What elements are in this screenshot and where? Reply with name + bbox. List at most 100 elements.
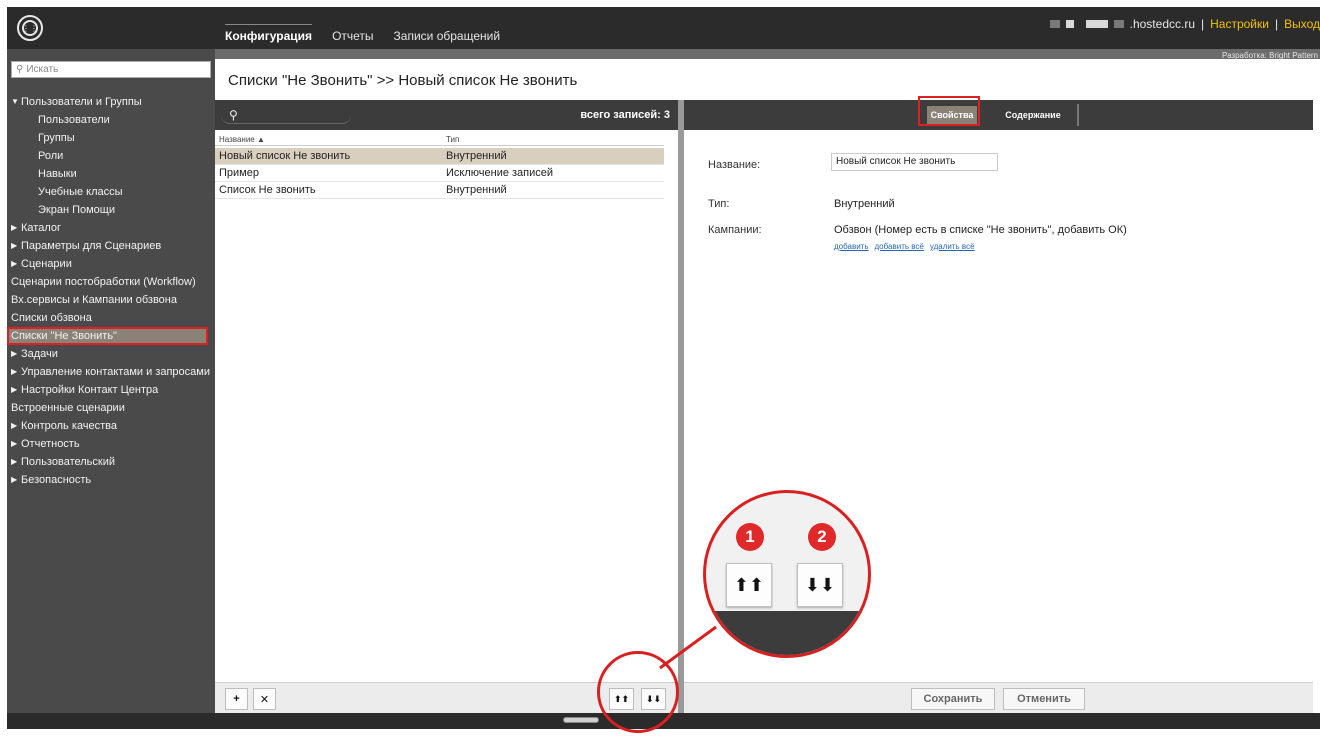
detail-footer: Сохранить Отменить (684, 682, 1313, 713)
table-body: Новый список Не звонить Внутренний Приме… (215, 148, 664, 199)
sidebar-item-label: Сценарии (21, 258, 72, 270)
add-all-campaigns-link[interactable]: добавить всё (875, 242, 924, 251)
sidebar-item-quality[interactable]: ▶ Контроль качества (7, 417, 215, 435)
table-row[interactable]: Пример Исключение записей (215, 165, 664, 182)
tab-label: Отчеты (332, 29, 374, 43)
sidebar-item-label: Экран Помощи (38, 204, 115, 216)
redacted-block (1113, 20, 1124, 28)
table-row[interactable]: Список Не звонить Внутренний (215, 182, 664, 199)
sidebar-item-users-groups[interactable]: ▼ Пользователи и Группы (7, 93, 215, 111)
sidebar-item-directory[interactable]: ▶ Каталог (7, 219, 215, 237)
badge-1: 1 (736, 523, 764, 551)
sidebar-item-groups[interactable]: Группы (7, 129, 215, 147)
sidebar-item-label: Отчетность (21, 438, 80, 450)
settings-link[interactable]: Настройки (1210, 17, 1269, 31)
page-title: Списки "Не Звонить" >> Новый список Не з… (228, 72, 578, 89)
sidebar-item-help-screen[interactable]: Экран Помощи (7, 201, 215, 219)
total-records: всего записей: 3 (580, 109, 670, 121)
tab-highlight-frame (918, 96, 980, 126)
cell-type: Исключение записей (446, 167, 554, 179)
zoom-export-button: ⬇⬇ (797, 563, 843, 607)
type-value: Внутренний (834, 198, 895, 210)
app-logo-icon[interactable]: ⋮⋮ (17, 15, 43, 41)
column-name-header[interactable]: Название ▲ (219, 135, 265, 144)
sidebar-tree: ▼ Пользователи и Группы Пользователи Груп… (7, 93, 215, 489)
add-campaign-link[interactable]: добавить (834, 242, 869, 251)
sidebar-item-workflow[interactable]: Сценарии постобработки (Workflow) (7, 273, 215, 291)
sidebar-item-calling-lists[interactable]: Списки обзвона (7, 309, 215, 327)
caret-down-icon: ▼ (11, 97, 19, 106)
table-row[interactable]: Новый список Не звонить Внутренний (215, 148, 664, 165)
cell-type: Внутренний (446, 150, 507, 162)
sidebar-item-security[interactable]: ▶ Безопасность (7, 471, 215, 489)
sidebar-item-label: Задачи (21, 348, 58, 360)
sidebar-item-label: Пользователи и Группы (21, 96, 142, 108)
redacted-block (1085, 20, 1108, 28)
sidebar-item-call-center-settings[interactable]: ▶ Настройки Контакт Центра (7, 381, 215, 399)
campaigns-value: Обзвон (Номер есть в списке "Не звонить"… (834, 224, 1127, 236)
add-button[interactable]: + (225, 688, 248, 710)
caret-right-icon: ▶ (11, 385, 18, 394)
name-field[interactable]: Новый список Не звонить (831, 153, 998, 171)
sidebar-item-scenarios[interactable]: ▶ Сценарии (7, 255, 215, 273)
sidebar-item-roles[interactable]: Роли (7, 147, 215, 165)
save-button[interactable]: Сохранить (911, 688, 995, 710)
sidebar-item-scenario-params[interactable]: ▶ Параметры для Сценариев (7, 237, 215, 255)
separator: | (1274, 17, 1279, 31)
campaign-links: добавить добавить всё удалить всё (834, 242, 975, 251)
sidebar-item-label: Списки обзвона (11, 312, 92, 324)
sidebar-item-dnc-lists[interactable]: Списки "Не Звонить" (7, 327, 208, 345)
tab-contents[interactable]: Содержание (998, 106, 1068, 124)
sidebar-item-label: Роли (38, 150, 64, 162)
cancel-button[interactable]: Отменить (1003, 688, 1085, 710)
sidebar-item-label: Пользовательский (21, 456, 115, 468)
tab-reports[interactable]: Отчеты (322, 7, 383, 49)
callout-source-circle (597, 651, 679, 733)
cell-type: Внутренний (446, 184, 507, 196)
sidebar-search-input[interactable]: ⚲ Искать (11, 61, 211, 78)
sidebar-item-builtin-scenarios[interactable]: Встроенные сценарии (7, 399, 215, 417)
sidebar-item-custom[interactable]: ▶ Пользовательский (7, 453, 215, 471)
sidebar-item-reporting[interactable]: ▶ Отчетность (7, 435, 215, 453)
list-search-input[interactable]: ⚲ (221, 106, 351, 124)
remove-all-campaigns-link[interactable]: удалить всё (930, 242, 975, 251)
table-header: Название ▲ Тип (215, 133, 664, 146)
sidebar-item-users[interactable]: Пользователи (7, 111, 215, 129)
sidebar-item-contact-management[interactable]: ▶ Управление контактами и запросами (7, 363, 215, 381)
zoom-import-button: ⬆⬆ (726, 563, 772, 607)
top-bar: ⋮⋮ Конфигурация Отчеты Записи обращений … (7, 7, 1320, 49)
tab-call-records[interactable]: Записи обращений (384, 7, 511, 49)
caret-right-icon: ▶ (11, 367, 18, 376)
tab-label: Записи обращений (393, 29, 501, 43)
search-icon: ⚲ (229, 107, 238, 122)
type-label: Тип: (708, 198, 730, 210)
keypad-icon: ⋮⋮ (22, 20, 38, 36)
caret-right-icon: ▶ (11, 223, 18, 232)
tab-configuration[interactable]: Конфигурация (215, 7, 322, 49)
sidebar-item-skills[interactable]: Навыки (7, 165, 215, 183)
caret-right-icon: ▶ (11, 475, 18, 484)
sidebar-item-label: Группы (38, 132, 75, 144)
caret-right-icon: ▶ (11, 439, 18, 448)
delete-button[interactable]: ✕ (253, 688, 276, 710)
sidebar-item-label: Вх.сервисы и Кампании обзвона (11, 294, 177, 306)
sidebar-item-label: Встроенные сценарии (11, 402, 125, 414)
caret-right-icon: ▶ (11, 259, 18, 268)
sidebar-item-services-campaigns[interactable]: Вх.сервисы и Кампании обзвона (7, 291, 215, 309)
resize-handle[interactable] (563, 717, 599, 723)
search-placeholder: Искать (26, 64, 59, 75)
list-toolbar: ⚲ всего записей: 3 (215, 100, 678, 130)
sidebar-item-tasks[interactable]: ▶ Задачи (7, 345, 215, 363)
search-icon: ⚲ (16, 64, 24, 75)
cell-name: Список Не звонить (219, 184, 316, 196)
sidebar-item-label: Каталог (21, 222, 61, 234)
column-type-header[interactable]: Тип (446, 135, 459, 144)
developer-note: Разработка: Bright Pattern (1222, 51, 1318, 60)
caret-right-icon: ▶ (11, 241, 18, 250)
zoom-footer-bg (706, 611, 868, 655)
sidebar-item-label: Параметры для Сценариев (21, 240, 162, 252)
detail-tabs: Свойства Содержание (684, 100, 1313, 130)
logout-link[interactable]: Выход (1284, 17, 1320, 31)
sidebar-item-classrooms[interactable]: Учебные классы (7, 183, 215, 201)
list-pane: ⚲ всего записей: 3 Название ▲ Тип Новый … (215, 100, 678, 713)
